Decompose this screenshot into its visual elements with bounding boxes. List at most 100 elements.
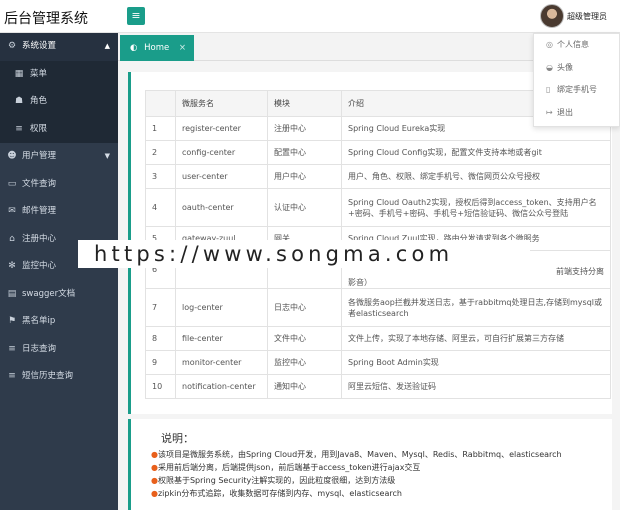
- bullet-icon: ●: [151, 476, 158, 485]
- cell-service: notification-center: [175, 374, 268, 399]
- cell-service: register-center: [175, 116, 268, 141]
- menu-item-label: 个人信息: [557, 40, 589, 49]
- cell-index: 9: [145, 350, 176, 375]
- cell-service: file-center: [175, 326, 268, 351]
- tab-home[interactable]: ◐ Home ×: [120, 35, 194, 61]
- sidebar-item-label: 文件查询: [22, 178, 57, 189]
- menu-item-label: 绑定手机号: [557, 85, 597, 94]
- list-icon: ≡: [8, 343, 16, 354]
- sidebar-item-label: 邮件管理: [22, 206, 57, 216]
- table-row: 8 file-center 文件中心 文件上传，实现了本地存储、阿里云，可自行扩…: [145, 326, 611, 351]
- flag-icon: ⚑: [7, 316, 17, 326]
- chevron-down-icon: ▼: [104, 152, 110, 160]
- file-icon: ▤: [7, 288, 17, 299]
- note-text: 权限基于Spring Security注解实现的，因此粒度很细，达到方法级: [157, 476, 396, 485]
- note-text: 该项目是微服务系统，由Spring Cloud开发，用到Java8、Maven、…: [157, 450, 562, 459]
- dashboard-icon: ◐: [130, 43, 138, 53]
- tab-label: Home: [144, 43, 170, 53]
- cell-service: config-center: [175, 140, 268, 165]
- sidebar-item-file-query[interactable]: ▭ 文件查询: [0, 171, 118, 199]
- user-circle-icon: ◎: [546, 40, 553, 49]
- sidebar-item-label: 角色: [30, 96, 48, 106]
- sidebar: ⚙ 系统设置 ▲ ▦ 菜单 ☗ 角色 ≡ 权限 ☻ 用户管理 ▼ ▭ 文件查询 …: [0, 33, 118, 510]
- note-item: ●zipkin分布式追踪，收集数据可存储到内存、mysql、elasticsea…: [151, 488, 402, 499]
- sidebar-item-label: swagger文档: [22, 288, 76, 299]
- cell-index: 1: [145, 116, 176, 141]
- gear-icon: ⚙: [7, 41, 17, 51]
- sidebar-item-menu[interactable]: ▦ 菜单: [0, 61, 118, 89]
- table-row: 4 oauth-center 认证中心 Spring Cloud Oauth2实…: [145, 188, 611, 227]
- main-content: 微服务名 模块 介绍 1 register-center 注册中心 Spring…: [118, 61, 620, 510]
- cell-module: 监控中心: [267, 350, 342, 375]
- sidebar-item-blacklist[interactable]: ⚑ 黑名单ip: [0, 308, 118, 336]
- sidebar-item-label: 注册中心: [22, 233, 57, 244]
- menu-item-logout[interactable]: ↦ 退出: [534, 102, 619, 125]
- col-header-module: 模块: [267, 90, 342, 117]
- avatar[interactable]: [540, 4, 564, 28]
- sidebar-item-mail[interactable]: ✉ 邮件管理: [0, 198, 118, 226]
- list-icon: ≡: [8, 371, 16, 381]
- sidebar-item-label: 监控中心: [22, 261, 57, 271]
- watermark-banner: https://www.songma.com: [78, 240, 530, 268]
- cell-desc-fragment: 影音）: [348, 277, 372, 287]
- user-name[interactable]: 超级管理员: [567, 11, 607, 22]
- bullet-icon: ●: [151, 463, 158, 472]
- menu-toggle-button[interactable]: ≡: [127, 7, 145, 25]
- cell-index: 3: [145, 164, 176, 189]
- bullet-icon: ●: [151, 489, 158, 498]
- sidebar-item-system-settings[interactable]: ⚙ 系统设置 ▲: [0, 33, 118, 61]
- cell-index: 4: [145, 188, 176, 227]
- cell-module: 认证中心: [267, 188, 342, 227]
- menu-item-label: 头像: [557, 62, 573, 72]
- cell-desc: Spring Cloud Oauth2实现，授权后得到access_token、…: [341, 188, 611, 227]
- cell-desc: 文件上传，实现了本地存储、阿里云，可自行扩展第三方存储: [341, 326, 611, 351]
- cell-index: 10: [145, 374, 176, 399]
- sidebar-item-label: 用户管理: [22, 151, 57, 161]
- sidebar-item-permission[interactable]: ≡ 权限: [0, 116, 118, 144]
- cell-service: monitor-center: [175, 350, 268, 375]
- hamburger-icon: ≡: [131, 9, 141, 22]
- menu-item-profile[interactable]: ◎ 个人信息: [534, 34, 619, 57]
- note-text: zipkin分布式追踪，收集数据可存储到内存、mysql、elasticsear…: [157, 489, 402, 498]
- table-row: 3 user-center 用户中心 用户、角色、权限、绑定手机号、微信网页公众…: [145, 164, 611, 189]
- cell-service: log-center: [175, 288, 268, 327]
- table-row: 10 notification-center 通知中心 阿里云短信、发送验证码: [145, 374, 611, 399]
- cell-desc: Spring Boot Admin实现: [341, 350, 611, 375]
- menu-item-bind-phone[interactable]: ▯ 绑定手机号: [534, 79, 619, 102]
- sidebar-item-user-management[interactable]: ☻ 用户管理 ▼: [0, 143, 118, 171]
- menu-item-avatar[interactable]: ◒ 头像: [534, 57, 619, 80]
- table-row: 2 config-center 配置中心 Spring Cloud Config…: [145, 140, 611, 165]
- note-text: 采用前后端分离，后端提供json，前后端基于access_token进行ajax…: [157, 463, 421, 472]
- cell-desc: 用户、角色、权限、绑定手机号、微信网页公众号授权: [341, 164, 611, 189]
- cell-module: 配置中心: [267, 140, 342, 165]
- cell-desc: 阿里云短信、发送验证码: [341, 374, 611, 399]
- cell-desc: 各微服务aop拦截并发送日志，基于rabbitmq处理日志,存储到mysql或者…: [341, 288, 611, 327]
- cell-module: 注册中心: [267, 116, 342, 141]
- table-row: 7 log-center 日志中心 各微服务aop拦截并发送日志，基于rabbi…: [145, 288, 611, 327]
- col-header-index: [145, 90, 176, 117]
- cell-index: 7: [145, 288, 176, 327]
- cell-module: 通知中心: [267, 374, 342, 399]
- users-icon: ☗: [14, 96, 24, 106]
- close-icon[interactable]: ×: [179, 35, 186, 61]
- spinner-icon: ✻: [8, 261, 16, 271]
- cell-service: oauth-center: [175, 188, 268, 227]
- sidebar-item-swagger[interactable]: ▤ swagger文档: [0, 281, 118, 309]
- sidebar-item-label: 系统设置: [22, 41, 57, 51]
- folder-icon: ▭: [7, 178, 17, 189]
- list-icon: ≡: [15, 123, 23, 134]
- col-header-service: 微服务名: [175, 90, 268, 117]
- cell-service: user-center: [175, 164, 268, 189]
- sidebar-item-label: 菜单: [30, 68, 48, 79]
- note-item: ●权限基于Spring Security注解实现的，因此粒度很细，达到方法级: [151, 475, 395, 486]
- cell-index: 8: [145, 326, 176, 351]
- sidebar-item-sms-history[interactable]: ≡ 短信历史查询: [0, 363, 118, 391]
- sidebar-item-log-query[interactable]: ≡ 日志查询: [0, 336, 118, 364]
- logout-icon: ↦: [546, 107, 553, 117]
- sidebar-item-label: 权限: [30, 123, 48, 134]
- bank-icon: ⌂: [9, 233, 15, 244]
- notes-panel: 说明： ● 该项目是微服务系统，由Spring Cloud开发，用到Java8、M…: [128, 419, 612, 510]
- sidebar-item-label: 短信历史查询: [22, 371, 74, 381]
- sidebar-item-role[interactable]: ☗ 角色: [0, 88, 118, 116]
- notes-title: 说明：: [161, 432, 194, 445]
